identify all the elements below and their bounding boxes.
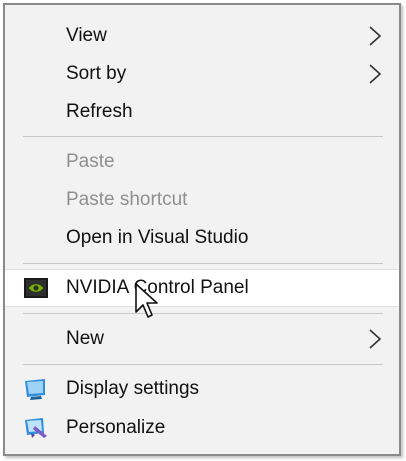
menu-item-nvidia-control-panel[interactable]: NVIDIA Control Panel — [5, 269, 399, 307]
menu-separator — [23, 313, 383, 314]
mouse-pointer-icon — [135, 283, 158, 318]
menu-item-sort-by[interactable]: Sort by — [5, 55, 399, 93]
chevron-right-icon — [369, 26, 382, 46]
menu-item-view[interactable]: View — [5, 17, 399, 55]
menu-separator — [23, 136, 383, 137]
chevron-right-icon — [369, 64, 382, 84]
menu-item-label: Paste shortcut — [66, 189, 188, 210]
menu-item-label: Display settings — [66, 378, 200, 399]
menu-item-label: Sort by — [66, 63, 127, 84]
display-settings-icon — [25, 379, 45, 400]
menu-item-refresh[interactable]: Refresh — [5, 93, 399, 131]
menu-separator — [23, 364, 383, 365]
menu-item-label: New — [66, 328, 105, 349]
menu-item-label: Paste — [66, 151, 115, 172]
menu-item-label: View — [66, 25, 107, 46]
menu-item-new[interactable]: New — [5, 320, 399, 358]
nvidia-icon — [24, 278, 48, 298]
menu-item-paste: Paste — [5, 143, 399, 181]
menu-item-label: Refresh — [66, 101, 133, 122]
menu-item-open-in-visual-studio[interactable]: Open in Visual Studio — [5, 219, 399, 257]
personalize-icon — [25, 418, 47, 438]
menu-item-label: Personalize — [66, 417, 166, 438]
menu-item-paste-shortcut: Paste shortcut — [5, 181, 399, 219]
menu-item-personalize[interactable]: Personalize — [5, 409, 399, 447]
menu-item-label: Open in Visual Studio — [66, 227, 249, 248]
menu-item-display-settings[interactable]: Display settings — [5, 370, 399, 408]
menu-separator — [23, 263, 383, 264]
chevron-right-icon — [369, 329, 382, 349]
desktop-context-menu: View Sort by Refresh Paste Paste shortcu… — [3, 3, 401, 456]
